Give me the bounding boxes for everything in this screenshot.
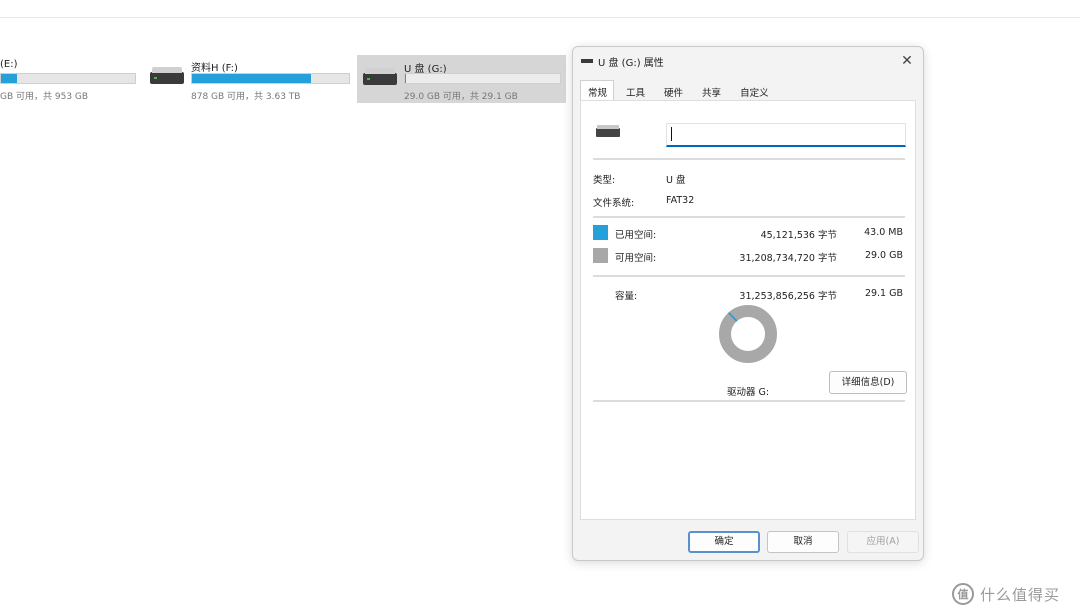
filesystem-label: 文件系统: [593,198,635,209]
hard-drive-icon [150,67,184,84]
volume-name-input[interactable] [666,123,906,147]
tab-bar: 常规 工具 硬件 共享 自定义 [580,80,780,101]
details-button[interactable]: 详细信息(D) [829,371,907,394]
tab-sharing[interactable]: 共享 [694,80,728,100]
capacity-label: 容量: [615,291,638,302]
free-space-size: 29.0 GB [864,250,903,261]
free-space-swatch [593,248,608,263]
watermark: 值 什么值得买 [952,582,1060,606]
used-space-bytes: 45,121,536 字节 [760,230,837,241]
drive-space-info: 29.0 GB 可用，共 29.1 GB [404,92,518,102]
ok-button[interactable]: 确定 [688,531,760,553]
close-button[interactable]: ✕ [897,51,917,71]
usb-drive-icon [363,68,397,85]
drive-usage-bar [404,73,561,84]
free-space-bytes: 31,208,734,720 字节 [739,253,837,264]
drive-tile-g[interactable]: U 盘 (G:) 29.0 GB 可用，共 29.1 GB [357,55,566,103]
drive-usage-bar [0,73,136,84]
usage-donut-chart [719,305,777,363]
dialog-title: U 盘 (G:) 属性 [598,58,664,69]
smzdm-logo-icon: 值 [952,583,974,605]
usb-drive-icon [596,125,620,137]
separator [593,275,905,277]
top-divider [0,17,1080,18]
tab-general[interactable]: 常规 [580,80,615,101]
drive-tile-e[interactable]: (E:) GB 可用，共 953 GB [0,54,140,104]
tab-tools[interactable]: 工具 [618,80,652,100]
text-caret [671,127,672,141]
separator [593,158,905,160]
tab-hardware[interactable]: 硬件 [656,80,690,100]
tab-customize[interactable]: 自定义 [732,80,776,100]
free-space-label: 可用空间: [615,253,657,264]
capacity-bytes: 31,253,856,256 字节 [739,291,837,302]
drive-usage-fill [1,74,18,83]
separator [593,216,905,218]
drive-name: 资料H (F:) [191,63,238,74]
capacity-size: 29.1 GB [864,288,903,299]
drive-letter-label: 驱动器 G: [727,387,770,398]
filesystem-value: FAT32 [666,195,695,206]
separator [593,400,905,402]
used-space-label: 已用空间: [615,230,657,241]
type-label: 类型: [593,175,616,186]
drive-tile-f[interactable]: 资料H (F:) 878 GB 可用，共 3.63 TB [144,54,354,104]
properties-dialog: U 盘 (G:) 属性 ✕ 常规 工具 硬件 共享 自定义 类型: U 盘 文件… [572,46,924,561]
drive-space-info: GB 可用，共 953 GB [0,92,89,102]
watermark-text: 什么值得买 [980,585,1061,604]
drive-space-info: 878 GB 可用，共 3.63 TB [191,92,301,102]
used-space-size: 43.0 MB [864,227,903,238]
drive-usage-bar [191,73,350,84]
dialog-titlebar[interactable]: U 盘 (G:) 属性 ✕ [573,47,923,75]
general-panel: 类型: U 盘 文件系统: FAT32 已用空间: 45,121,536 字节 … [580,100,916,520]
cancel-button[interactable]: 取消 [767,531,839,553]
drive-name: (E:) [0,59,18,70]
apply-button[interactable]: 应用(A) [847,531,919,553]
used-space-swatch [593,225,608,240]
usb-drive-icon [581,59,593,63]
type-value: U 盘 [666,175,686,186]
drive-usage-fill [192,74,312,83]
